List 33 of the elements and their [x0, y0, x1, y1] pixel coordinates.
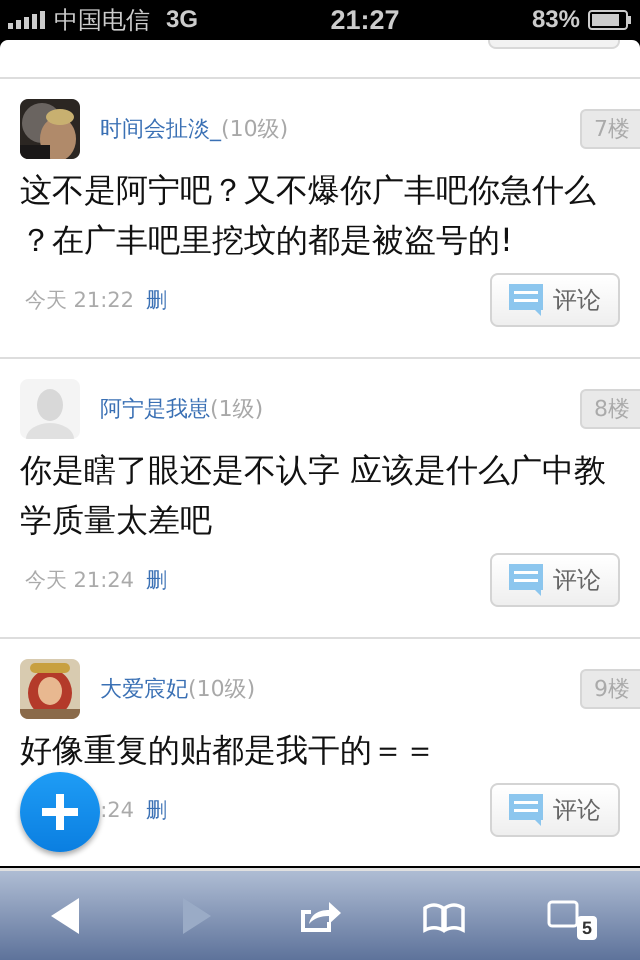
battery-percent: 83% [532, 6, 580, 34]
delete-link[interactable]: 删 [146, 796, 167, 824]
network-type: 3G [166, 6, 198, 34]
speech-bubble-icon [509, 794, 543, 826]
post-text: 好像重复的贴都是我干的＝＝ [20, 730, 437, 771]
comment-button[interactable]: 评论 [490, 553, 620, 607]
post-text: 这不是阿宁吧？又不爆你广丰吧你急什么？在广丰吧里挖坟的都是被盗号的! [20, 170, 597, 261]
post-time: 今天 21:24 [24, 567, 134, 594]
username-link[interactable]: 大爱宸妃 [100, 677, 188, 702]
user-level: (10级) [221, 117, 288, 142]
user-level: (10级) [188, 677, 256, 702]
username-link[interactable]: 时间会扯淡_ [100, 117, 221, 142]
battery-icon [588, 10, 632, 30]
floor-badge: 8楼 [580, 389, 640, 429]
speech-bubble-icon [509, 564, 543, 596]
plus-icon [40, 792, 80, 832]
carrier-name: 中国电信 [54, 6, 150, 36]
comment-button[interactable]: 评论 [490, 273, 620, 327]
delete-link[interactable]: 删 [146, 286, 167, 314]
comment-button[interactable]: 评论 [490, 783, 620, 837]
speech-bubble-icon [509, 284, 543, 316]
post-time: :24 [100, 798, 134, 822]
signal-icon [8, 11, 46, 29]
floor-badge: 7楼 [580, 109, 640, 149]
post-time: 今天 21:22 [24, 287, 134, 314]
delete-link[interactable]: 删 [146, 566, 167, 594]
username-link[interactable]: 阿宁是我崽 [100, 397, 210, 422]
floor-badge: 9楼 [580, 669, 640, 709]
tabs-button[interactable]: 5 [533, 886, 603, 946]
clock-time: 21:27 [330, 4, 400, 36]
tab-count: 5 [576, 916, 597, 940]
user-level: (1级) [210, 397, 264, 422]
post-text: 你是瞎了眼还是不认字 应该是什么广中教学质量太差吧 [20, 450, 608, 541]
